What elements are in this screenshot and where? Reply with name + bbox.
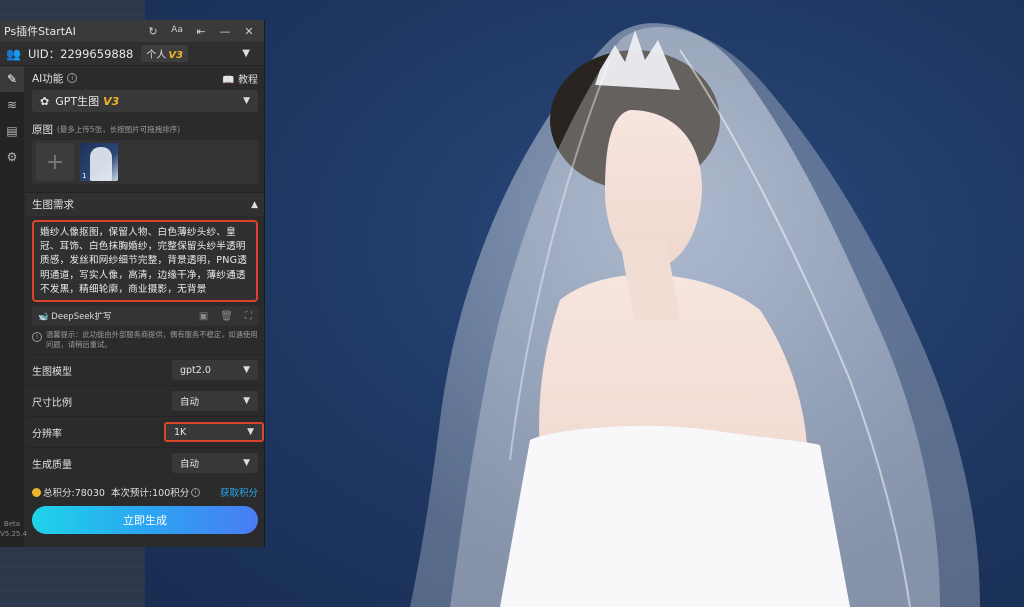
refresh-icon[interactable]: ↻	[146, 25, 160, 38]
panel-title: Ps插件StartAI	[4, 25, 76, 38]
ai-function-header: AI功能 i 📖 教程	[32, 68, 258, 88]
layers-icon[interactable]: ≋	[0, 92, 24, 118]
plan-version: V3	[168, 50, 184, 61]
startai-plugin-panel: Ps插件StartAI ↻ Aa ⇤ — ✕ 👥 UID：2299659888 …	[0, 20, 265, 547]
plan-label: 个人	[146, 50, 167, 61]
users-icon: 👥	[6, 46, 21, 61]
coin-icon	[32, 487, 41, 497]
ai-function-label: AI功能	[32, 72, 64, 85]
info-icon[interactable]: i	[191, 487, 201, 497]
source-image-header: 原图 (最多上传5张，长按图片可拖拽排序)	[32, 122, 258, 136]
service-notice: ! 温馨提示：此功能由外部服务商提供，偶有服务不稳定，如遇使用问题，请稍后重试。	[32, 330, 258, 354]
plan-badge: 个人 V3	[141, 45, 189, 62]
chevron-down-icon: ▼	[243, 365, 250, 375]
history-icon[interactable]: ▣	[199, 311, 208, 322]
bride-photo	[410, 23, 980, 607]
chevron-up-icon: ▲	[251, 199, 258, 210]
setting-resolution: 分辨率 1K ▼	[26, 416, 264, 447]
info-icon: !	[32, 332, 42, 342]
prompt-section-header[interactable]: 生图需求 ▲	[26, 192, 264, 216]
brush-icon[interactable]: ✎	[0, 66, 24, 92]
prompt-textarea[interactable]: 婚纱人像抠图，保留人物、白色薄纱头纱、皇冠、耳饰、白色抹胸婚纱，完整保留头纱半透…	[32, 220, 258, 302]
setting-label: 分辨率	[32, 428, 62, 440]
chevron-down-icon: ▼	[243, 96, 250, 106]
account-row[interactable]: 👥 UID：2299659888 个人 V3 ▼	[0, 42, 264, 66]
notice-text: 温馨提示：此功能由外部服务商提供，偶有服务不稳定，如遇使用问题，请稍后重试。	[46, 330, 258, 349]
source-image-thumbnail[interactable]: 1	[80, 143, 118, 181]
tutorial-link[interactable]: 📖 教程	[222, 71, 258, 86]
get-points-link[interactable]: 获取积分	[220, 485, 258, 499]
resolution-select[interactable]: 1K ▼	[164, 422, 264, 442]
chevron-down-icon: ▼	[247, 427, 254, 437]
generate-button[interactable]: 立即生成	[32, 506, 258, 534]
chevron-down-icon: ▼	[243, 458, 250, 468]
palette-icon: ✿	[40, 94, 50, 108]
ai-function-value: GPT生图	[55, 95, 100, 108]
sidebar: ✎ ≋ ▤ ⚙ Beta V5.25.4	[0, 66, 28, 547]
font-size-icon[interactable]: Aa	[170, 25, 184, 38]
panel-titlebar: Ps插件StartAI ↻ Aa ⇤ — ✕	[0, 20, 264, 42]
setting-quality: 生成质量 自动 ▼	[26, 447, 264, 478]
chevron-down-icon: ▼	[243, 396, 250, 406]
chevron-down-icon[interactable]: ▼	[242, 48, 258, 59]
uid-text: UID：2299659888	[28, 46, 134, 61]
expand-icon[interactable]: ⛶	[245, 311, 252, 322]
trash-icon[interactable]: 🗑	[220, 311, 233, 322]
source-image-label: 原图	[32, 123, 53, 136]
setting-model: 生图模型 gpt2.0 ▼	[26, 354, 264, 385]
quality-select[interactable]: 自动 ▼	[172, 453, 258, 473]
info-icon[interactable]: i	[67, 73, 78, 83]
prompt-section-label: 生图需求	[32, 199, 74, 211]
panel-content: AI功能 i 📖 教程 ✿ GPT生图 V3 ▼ 原图 (最多上传5张，长按图片…	[26, 66, 264, 547]
document-icon[interactable]: ▤	[0, 118, 24, 144]
points-row: 总积分:78030 本次预计:100积分 i 获取积分	[32, 484, 258, 500]
setting-label: 生图模型	[32, 366, 72, 378]
version-label: Beta V5.25.4	[0, 520, 28, 538]
setting-label: 尺寸比例	[32, 397, 72, 409]
close-icon[interactable]: ✕	[242, 25, 256, 38]
minimize-icon[interactable]: —	[218, 25, 232, 38]
deepseek-toolbar: 🐋 DeepSeek扩写 ▣ 🗑 ⛶	[32, 306, 258, 326]
ai-function-version: V3	[103, 94, 120, 108]
thumbnail-index: 1	[82, 172, 87, 180]
aspect-ratio-select[interactable]: 自动 ▼	[172, 391, 258, 411]
add-image-button[interactable]: +	[36, 143, 74, 181]
deepseek-expand-button[interactable]: 🐋 DeepSeek扩写	[38, 310, 111, 322]
setting-label: 生成质量	[32, 459, 72, 471]
image-upload-area: + 1	[32, 140, 258, 184]
estimated-cost: 本次预计:100积分	[110, 488, 190, 499]
gear-icon[interactable]: ⚙	[0, 144, 24, 170]
total-points: 总积分:78030	[43, 488, 105, 499]
pin-icon[interactable]: ⇤	[194, 25, 208, 38]
setting-aspect-ratio: 尺寸比例 自动 ▼	[26, 385, 264, 416]
ai-function-select[interactable]: ✿ GPT生图 V3 ▼	[32, 90, 258, 112]
model-select[interactable]: gpt2.0 ▼	[172, 360, 258, 380]
source-image-hint: (最多上传5张，长按图片可拖拽排序)	[57, 124, 181, 134]
